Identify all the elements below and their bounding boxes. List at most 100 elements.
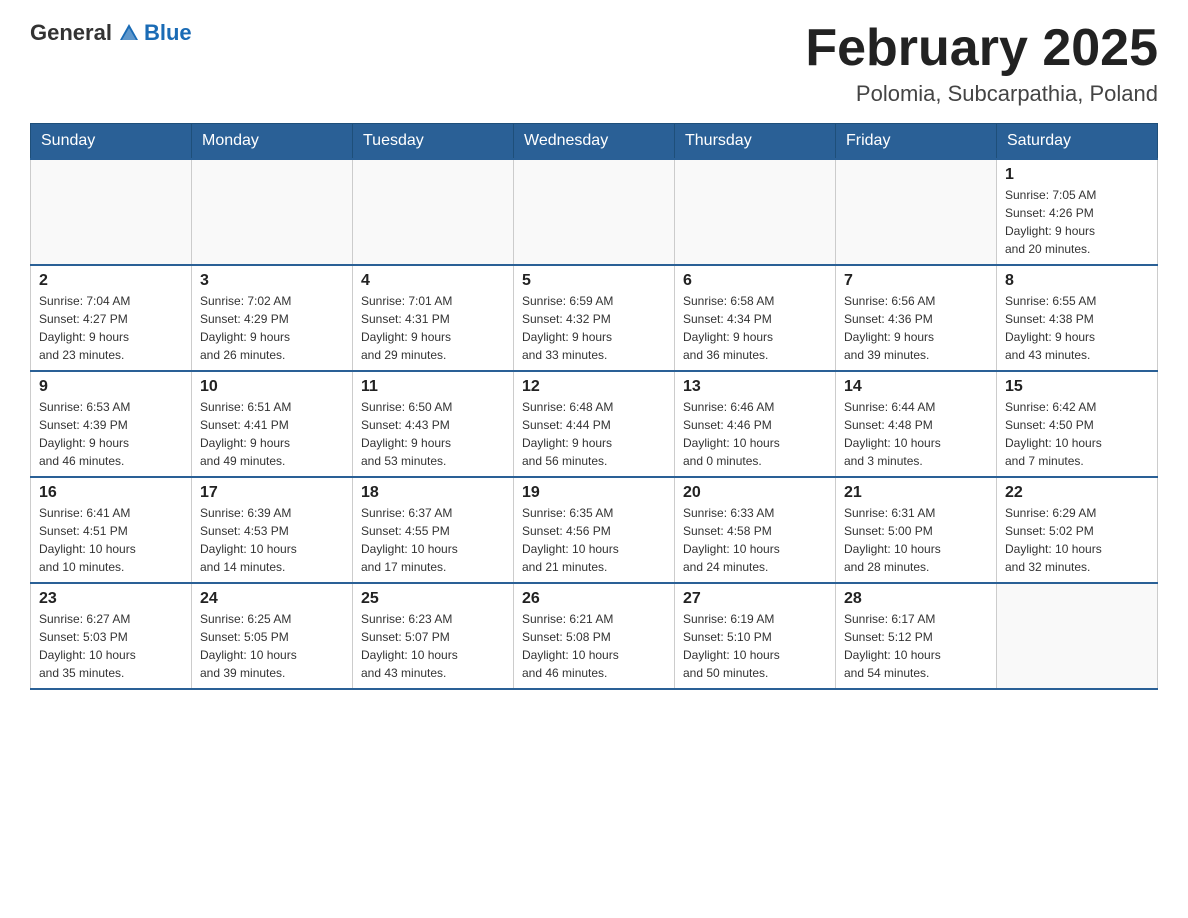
calendar-cell: 27 Sunrise: 6:19 AM Sunset: 5:10 PM Dayli… — [675, 583, 836, 689]
calendar-cell — [31, 159, 192, 265]
day-info: Sunrise: 6:51 AM Sunset: 4:41 PM Dayligh… — [200, 398, 344, 470]
location-title: Polomia, Subcarpathia, Poland — [805, 81, 1158, 107]
title-block: February 2025 Polomia, Subcarpathia, Pol… — [805, 20, 1158, 107]
day-number: 2 — [39, 272, 183, 290]
weekday-header-sunday: Sunday — [31, 124, 192, 160]
calendar-cell: 21 Sunrise: 6:31 AM Sunset: 5:00 PM Dayli… — [836, 477, 997, 583]
day-number: 9 — [39, 378, 183, 396]
calendar-cell: 10 Sunrise: 6:51 AM Sunset: 4:41 PM Dayli… — [192, 371, 353, 477]
day-info: Sunrise: 6:41 AM Sunset: 4:51 PM Dayligh… — [39, 504, 183, 576]
logo-blue-text: Blue — [144, 20, 192, 46]
weekday-header-monday: Monday — [192, 124, 353, 160]
calendar-cell: 20 Sunrise: 6:33 AM Sunset: 4:58 PM Dayli… — [675, 477, 836, 583]
day-number: 28 — [844, 590, 988, 608]
day-info: Sunrise: 6:42 AM Sunset: 4:50 PM Dayligh… — [1005, 398, 1149, 470]
day-info: Sunrise: 6:53 AM Sunset: 4:39 PM Dayligh… — [39, 398, 183, 470]
calendar-cell: 1 Sunrise: 7:05 AM Sunset: 4:26 PM Daylig… — [997, 159, 1158, 265]
week-row-3: 16 Sunrise: 6:41 AM Sunset: 4:51 PM Dayli… — [31, 477, 1158, 583]
day-number: 17 — [200, 484, 344, 502]
calendar-cell: 26 Sunrise: 6:21 AM Sunset: 5:08 PM Dayli… — [514, 583, 675, 689]
day-info: Sunrise: 6:39 AM Sunset: 4:53 PM Dayligh… — [200, 504, 344, 576]
logo-general-text: General — [30, 20, 112, 46]
calendar-cell: 17 Sunrise: 6:39 AM Sunset: 4:53 PM Dayli… — [192, 477, 353, 583]
calendar-cell: 12 Sunrise: 6:48 AM Sunset: 4:44 PM Dayli… — [514, 371, 675, 477]
day-number: 16 — [39, 484, 183, 502]
day-info: Sunrise: 7:04 AM Sunset: 4:27 PM Dayligh… — [39, 292, 183, 364]
day-info: Sunrise: 6:31 AM Sunset: 5:00 PM Dayligh… — [844, 504, 988, 576]
day-number: 18 — [361, 484, 505, 502]
day-number: 4 — [361, 272, 505, 290]
week-row-2: 9 Sunrise: 6:53 AM Sunset: 4:39 PM Daylig… — [31, 371, 1158, 477]
logo: General Blue — [30, 20, 192, 46]
day-number: 21 — [844, 484, 988, 502]
month-title: February 2025 — [805, 20, 1158, 77]
day-info: Sunrise: 6:23 AM Sunset: 5:07 PM Dayligh… — [361, 610, 505, 682]
logo-icon — [118, 22, 140, 44]
day-number: 8 — [1005, 272, 1149, 290]
day-number: 12 — [522, 378, 666, 396]
day-info: Sunrise: 6:25 AM Sunset: 5:05 PM Dayligh… — [200, 610, 344, 682]
calendar-cell: 24 Sunrise: 6:25 AM Sunset: 5:05 PM Dayli… — [192, 583, 353, 689]
calendar-cell — [836, 159, 997, 265]
day-info: Sunrise: 6:44 AM Sunset: 4:48 PM Dayligh… — [844, 398, 988, 470]
day-number: 6 — [683, 272, 827, 290]
day-number: 25 — [361, 590, 505, 608]
day-number: 1 — [1005, 166, 1149, 184]
calendar-cell: 28 Sunrise: 6:17 AM Sunset: 5:12 PM Dayli… — [836, 583, 997, 689]
day-number: 27 — [683, 590, 827, 608]
day-number: 23 — [39, 590, 183, 608]
day-info: Sunrise: 7:01 AM Sunset: 4:31 PM Dayligh… — [361, 292, 505, 364]
weekday-header-thursday: Thursday — [675, 124, 836, 160]
calendar-cell: 3 Sunrise: 7:02 AM Sunset: 4:29 PM Daylig… — [192, 265, 353, 371]
day-info: Sunrise: 6:33 AM Sunset: 4:58 PM Dayligh… — [683, 504, 827, 576]
day-number: 22 — [1005, 484, 1149, 502]
day-info: Sunrise: 6:29 AM Sunset: 5:02 PM Dayligh… — [1005, 504, 1149, 576]
day-info: Sunrise: 6:55 AM Sunset: 4:38 PM Dayligh… — [1005, 292, 1149, 364]
day-info: Sunrise: 6:35 AM Sunset: 4:56 PM Dayligh… — [522, 504, 666, 576]
week-row-1: 2 Sunrise: 7:04 AM Sunset: 4:27 PM Daylig… — [31, 265, 1158, 371]
weekday-header-wednesday: Wednesday — [514, 124, 675, 160]
day-info: Sunrise: 6:19 AM Sunset: 5:10 PM Dayligh… — [683, 610, 827, 682]
day-info: Sunrise: 6:21 AM Sunset: 5:08 PM Dayligh… — [522, 610, 666, 682]
day-info: Sunrise: 6:59 AM Sunset: 4:32 PM Dayligh… — [522, 292, 666, 364]
day-number: 19 — [522, 484, 666, 502]
calendar-cell: 4 Sunrise: 7:01 AM Sunset: 4:31 PM Daylig… — [353, 265, 514, 371]
calendar-cell: 13Sunrise: 6:46 AM Sunset: 4:46 PM Dayli… — [675, 371, 836, 477]
day-number: 3 — [200, 272, 344, 290]
calendar-cell: 23Sunrise: 6:27 AM Sunset: 5:03 PM Dayli… — [31, 583, 192, 689]
page-header: General Blue February 2025 Polomia, Subc… — [30, 20, 1158, 107]
day-info: Sunrise: 6:56 AM Sunset: 4:36 PM Dayligh… — [844, 292, 988, 364]
calendar-cell: 9 Sunrise: 6:53 AM Sunset: 4:39 PM Daylig… — [31, 371, 192, 477]
calendar-cell — [192, 159, 353, 265]
weekday-header-friday: Friday — [836, 124, 997, 160]
calendar-table: SundayMondayTuesdayWednesdayThursdayFrid… — [30, 123, 1158, 690]
calendar-cell — [353, 159, 514, 265]
day-info: Sunrise: 6:50 AM Sunset: 4:43 PM Dayligh… — [361, 398, 505, 470]
calendar-cell: 11 Sunrise: 6:50 AM Sunset: 4:43 PM Dayli… — [353, 371, 514, 477]
week-row-0: 1 Sunrise: 7:05 AM Sunset: 4:26 PM Daylig… — [31, 159, 1158, 265]
calendar-cell: 22 Sunrise: 6:29 AM Sunset: 5:02 PM Dayli… — [997, 477, 1158, 583]
day-number: 14 — [844, 378, 988, 396]
weekday-header-row: SundayMondayTuesdayWednesdayThursdayFrid… — [31, 124, 1158, 160]
week-row-4: 23Sunrise: 6:27 AM Sunset: 5:03 PM Dayli… — [31, 583, 1158, 689]
day-number: 10 — [200, 378, 344, 396]
day-number: 13 — [683, 378, 827, 396]
calendar-cell: 7Sunrise: 6:56 AM Sunset: 4:36 PM Daylig… — [836, 265, 997, 371]
calendar-cell — [675, 159, 836, 265]
day-number: 26 — [522, 590, 666, 608]
day-info: Sunrise: 6:17 AM Sunset: 5:12 PM Dayligh… — [844, 610, 988, 682]
day-number: 11 — [361, 378, 505, 396]
calendar-cell: 14 Sunrise: 6:44 AM Sunset: 4:48 PM Dayli… — [836, 371, 997, 477]
day-number: 24 — [200, 590, 344, 608]
calendar-cell: 5Sunrise: 6:59 AM Sunset: 4:32 PM Daylig… — [514, 265, 675, 371]
calendar-cell: 8 Sunrise: 6:55 AM Sunset: 4:38 PM Daylig… — [997, 265, 1158, 371]
weekday-header-saturday: Saturday — [997, 124, 1158, 160]
day-number: 20 — [683, 484, 827, 502]
calendar-cell — [514, 159, 675, 265]
day-info: Sunrise: 7:02 AM Sunset: 4:29 PM Dayligh… — [200, 292, 344, 364]
day-info: Sunrise: 7:05 AM Sunset: 4:26 PM Dayligh… — [1005, 186, 1149, 258]
day-info: Sunrise: 6:37 AM Sunset: 4:55 PM Dayligh… — [361, 504, 505, 576]
day-info: Sunrise: 6:48 AM Sunset: 4:44 PM Dayligh… — [522, 398, 666, 470]
calendar-cell — [997, 583, 1158, 689]
calendar-cell: 15Sunrise: 6:42 AM Sunset: 4:50 PM Dayli… — [997, 371, 1158, 477]
